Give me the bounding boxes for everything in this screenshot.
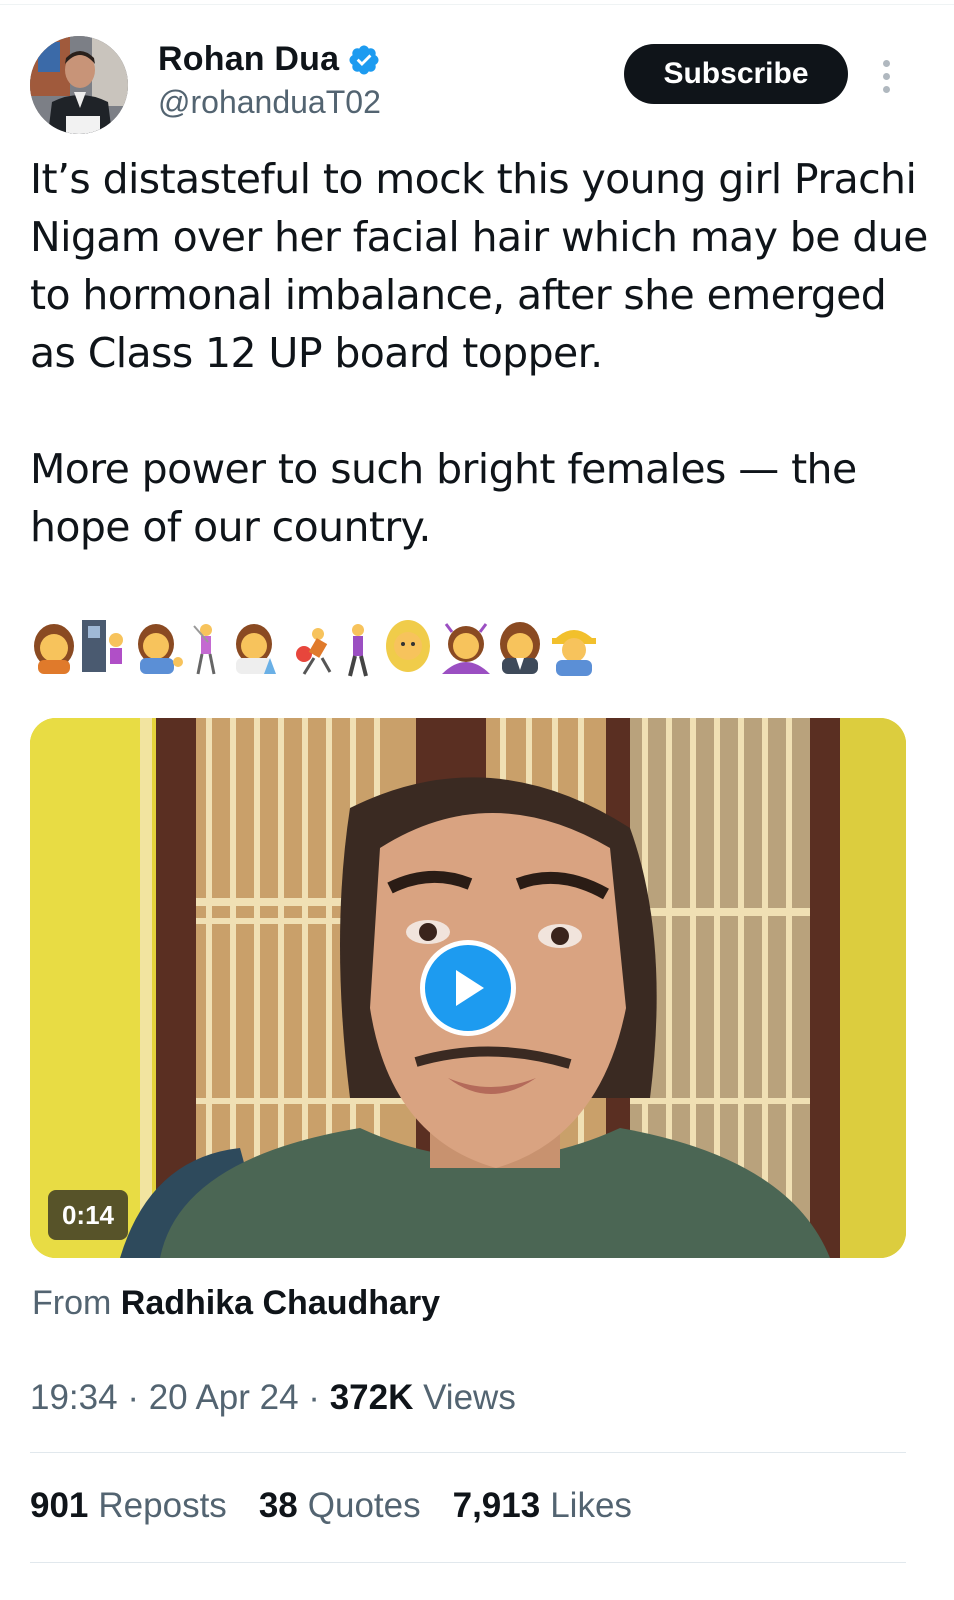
tweet-paragraph-2: More power to such bright females — the … — [30, 445, 857, 551]
video-duration-badge: 0:14 — [48, 1190, 128, 1240]
video-source: From Radhika Chaudhary — [32, 1284, 440, 1323]
source-name-link[interactable]: Radhika Chaudhary — [121, 1284, 440, 1322]
emoji-row — [30, 618, 600, 678]
top-divider — [0, 4, 954, 5]
avatar-photo — [30, 36, 128, 134]
quotes-stat[interactable]: 38 Quotes — [259, 1486, 421, 1526]
tweet-paragraph-1: It’s distasteful to mock this young girl… — [30, 155, 928, 377]
tweet-meta: 19:34 · 20 Apr 24 · 372K Views — [30, 1378, 516, 1418]
source-prefix: From — [32, 1284, 112, 1322]
views-label: Views — [423, 1378, 516, 1417]
play-button[interactable] — [420, 940, 516, 1036]
verified-badge-icon — [349, 44, 379, 75]
play-icon — [456, 970, 484, 1006]
avatar[interactable] — [30, 36, 128, 134]
tweet-date[interactable]: 20 Apr 24 — [149, 1378, 299, 1417]
meta-separator: · — [308, 1378, 330, 1417]
more-options-icon[interactable] — [872, 56, 900, 96]
author-name[interactable]: Rohan Dua — [158, 40, 339, 79]
meta-separator: · — [127, 1378, 149, 1417]
likes-label: Likes — [550, 1486, 632, 1525]
quotes-count: 38 — [258, 1486, 298, 1525]
tweet-text: It’s distasteful to mock this young girl… — [30, 150, 930, 556]
divider — [30, 1452, 906, 1453]
subscribe-button[interactable]: Subscribe — [624, 44, 848, 104]
author-handle[interactable]: @rohanduaT02 — [158, 84, 381, 121]
women-emoji-icons — [34, 620, 596, 677]
author-name-row[interactable]: Rohan Dua — [158, 40, 381, 79]
reposts-label: Reposts — [98, 1486, 227, 1525]
reposts-stat[interactable]: 901 Reposts — [30, 1486, 227, 1526]
engagement-stats: 901 Reposts 38 Quotes 7,913 Likes — [30, 1486, 664, 1526]
likes-stat[interactable]: 7,913 Likes — [453, 1486, 632, 1526]
divider — [30, 1562, 906, 1563]
quotes-label: Quotes — [307, 1486, 421, 1525]
likes-count: 7,913 — [452, 1486, 541, 1525]
views-count: 372K — [329, 1378, 414, 1417]
tweet-time[interactable]: 19:34 — [30, 1378, 118, 1417]
reposts-count: 901 — [30, 1486, 89, 1525]
